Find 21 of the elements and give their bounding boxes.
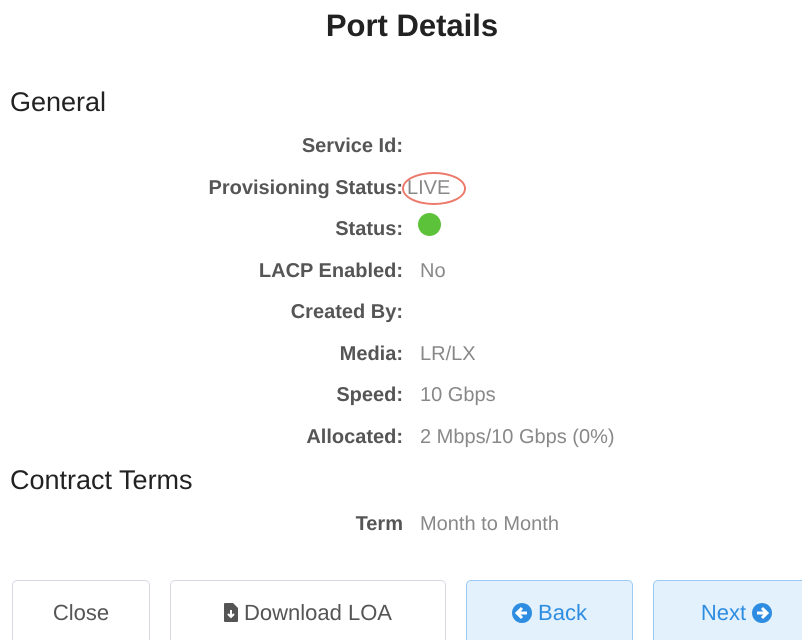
action-button[interactable]: Close <box>12 580 150 640</box>
field-value: LR/LX <box>419 342 477 367</box>
field-label: Term <box>354 513 403 536</box>
section-heading: General <box>10 86 108 118</box>
field-value: Month to Month <box>419 512 560 538</box>
field-label: LACP Enabled: <box>258 260 403 283</box>
field-value: No <box>419 258 447 284</box>
field-label: Status: <box>334 218 403 242</box>
field-label: Media: <box>338 342 403 366</box>
section-heading: Contract Terms <box>10 464 194 496</box>
action-button[interactable]: Download LOA <box>170 580 446 640</box>
field-value: 2 Mbps/10 Gbps (0%) <box>419 424 616 450</box>
dialog-title: Port Details <box>324 7 500 45</box>
field-value: 10 Gbps <box>419 383 497 408</box>
file-download-icon <box>224 603 238 622</box>
field-label: Created By: <box>290 301 403 324</box>
field-value: LIVE <box>402 172 466 205</box>
field-label: Speed: <box>335 384 403 408</box>
field-label: Provisioning Status: <box>208 176 403 200</box>
field-label: Service Id: <box>300 135 403 158</box>
field-label: Allocated: <box>305 426 403 449</box>
